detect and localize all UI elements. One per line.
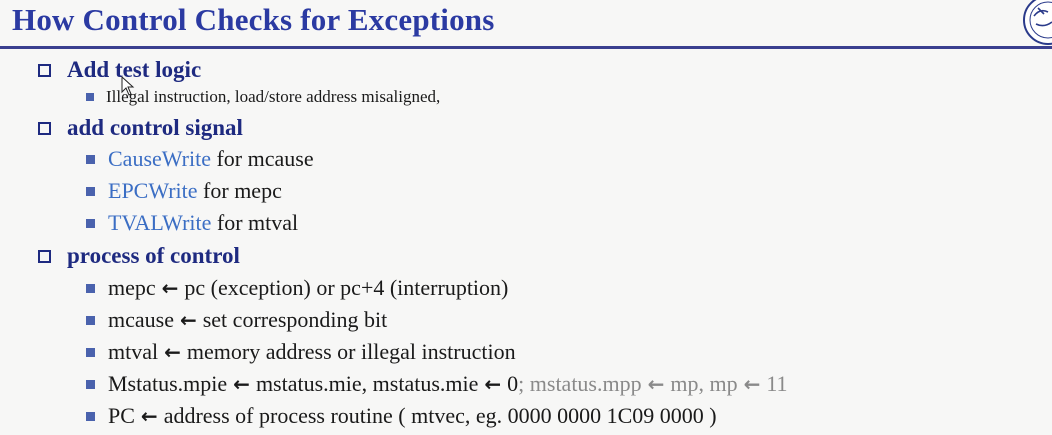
assign-source: mstatus.mie, mstatus.mie <box>255 371 479 396</box>
list-item: mcause ← set corresponding bit <box>86 307 387 333</box>
item-text: Illegal instruction, load/store address … <box>106 87 441 106</box>
assign-target: Mstatus.mpie <box>108 371 228 396</box>
square-bullet-icon <box>86 379 95 389</box>
list-item: Illegal instruction, load/store address … <box>86 87 440 107</box>
signal-desc: for mtval <box>211 210 299 235</box>
left-arrow-icon: ← <box>743 372 761 396</box>
assign-target: mtval <box>108 339 159 364</box>
assign-target-muted: mstatus.mpp <box>524 371 642 396</box>
signal-desc: for mepc <box>197 178 282 203</box>
list-item: mtval ← memory address or illegal instru… <box>86 339 516 365</box>
list-item: CauseWrite for mcause <box>86 146 314 172</box>
list-item: PC ← address of process routine ( mtvec,… <box>86 403 717 429</box>
left-arrow-icon: ← <box>161 276 179 300</box>
square-bullet-icon <box>86 218 95 228</box>
left-arrow-icon: ← <box>179 308 197 332</box>
university-seal-icon <box>1023 0 1052 45</box>
list-item: EPCWrite for mepc <box>86 178 282 204</box>
list-item: TVALWrite for mtval <box>86 210 298 236</box>
square-bullet-icon <box>86 93 94 101</box>
assign-target: mcause <box>108 307 174 332</box>
square-bullet-icon <box>86 347 95 357</box>
hollow-square-bullet-icon <box>38 63 51 77</box>
assign-source: address of process routine ( mtvec, eg. … <box>163 403 717 428</box>
assign-target: mepc <box>108 275 156 300</box>
hollow-square-bullet-icon <box>38 121 51 135</box>
square-bullet-icon <box>86 315 95 325</box>
section-heading: process of control <box>67 243 240 268</box>
slide-title: How Control Checks for Exceptions <box>12 2 495 37</box>
left-arrow-icon: ← <box>140 404 158 428</box>
section-add-control-signal: add control signal <box>38 115 243 141</box>
left-arrow-icon: ← <box>233 372 250 396</box>
signal-desc: for mcause <box>210 146 314 171</box>
square-bullet-icon <box>86 154 95 164</box>
assign-target: PC <box>108 403 135 428</box>
title-divider <box>0 46 1052 49</box>
hollow-square-bullet-icon <box>38 249 51 263</box>
left-arrow-icon: ← <box>164 340 181 364</box>
section-heading: add control signal <box>67 115 243 140</box>
left-arrow-icon: ← <box>484 372 502 396</box>
assign-value-muted: 11 <box>766 371 788 396</box>
assign-source: set corresponding bit <box>202 307 388 332</box>
assign-source-muted: mp, mp <box>670 371 738 396</box>
signal-name: CauseWrite <box>108 146 211 171</box>
list-item: mepc ← pc (exception) or pc+4 (interrupt… <box>86 275 508 301</box>
square-bullet-icon <box>86 283 95 293</box>
signal-name: TVALWrite <box>108 210 212 235</box>
assign-source: memory address or illegal instruction <box>186 339 516 364</box>
assign-source: pc (exception) or pc+4 (interruption) <box>184 275 509 300</box>
mouse-pointer-icon <box>121 76 135 96</box>
left-arrow-icon: ← <box>647 372 665 396</box>
assign-source-value: 0 <box>507 371 519 396</box>
square-bullet-icon <box>86 411 95 421</box>
signal-name: EPCWrite <box>108 178 198 203</box>
section-process-of-control: process of control <box>38 243 240 269</box>
list-item: Mstatus.mpie ← mstatus.mie, mstatus.mie … <box>86 371 788 397</box>
square-bullet-icon <box>86 186 95 196</box>
section-add-test-logic: Add test logic <box>38 57 201 83</box>
